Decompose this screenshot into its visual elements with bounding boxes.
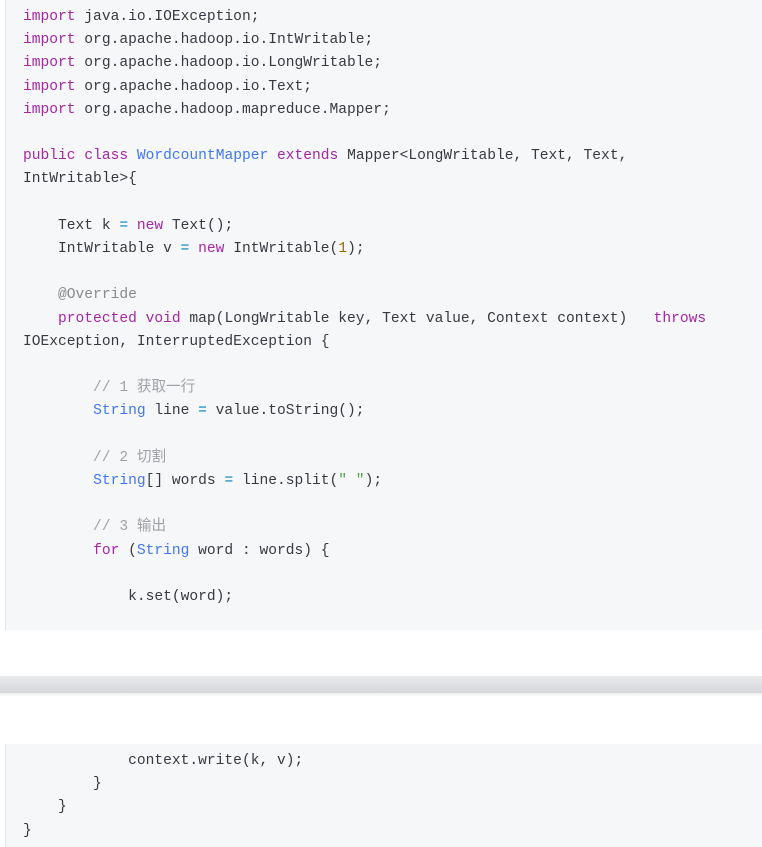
code-token: new [198, 241, 225, 258]
code-block-top: import java.io.IOException; import org.ap… [5, 0, 762, 630]
code-token: = [224, 473, 234, 490]
code-token: extends [277, 148, 339, 165]
code-listing-top: import java.io.IOException; import org.ap… [23, 6, 706, 609]
code-token: = [198, 403, 207, 420]
code-token: import [23, 32, 76, 49]
code-token: import [23, 9, 76, 25]
code-token: import [23, 101, 76, 118]
code-line: IntWritable>{ [23, 168, 706, 191]
code-token: map(LongWritable key, Text value, Contex… [180, 310, 654, 327]
code-token: } [23, 799, 67, 816]
code-token: Text k [23, 217, 120, 234]
code-line: context.write(k, v); [23, 750, 303, 773]
code-token: class [84, 148, 129, 165]
code-token: word : words) { [189, 542, 330, 559]
code-token: IntWritable v [23, 241, 181, 258]
code-listing-bottom: context.write(k, v); } }} [23, 750, 303, 843]
code-line: import org.apache.hadoop.io.Text; [23, 76, 706, 99]
code-token: context.write(k, v); [23, 753, 304, 769]
code-token: = [119, 217, 129, 234]
code-token: IntWritable( [224, 241, 339, 258]
code-line: import org.apache.hadoop.io.LongWritable… [23, 52, 706, 75]
code-token: // 2 切割 [23, 449, 167, 466]
page-divider [0, 676, 762, 693]
code-line: for (String word : words) { [23, 540, 706, 563]
code-line: String[] words = line.split(" "); [23, 470, 706, 493]
code-token: ( [119, 542, 137, 559]
code-line: } [23, 820, 303, 843]
code-line: k.set(word); [23, 586, 706, 609]
code-line: } [23, 773, 303, 796]
code-token: public [23, 148, 76, 165]
code-token: // 1 获取一行 [23, 380, 196, 397]
code-line: protected void map(LongWritable key, Tex… [23, 308, 706, 331]
code-line: Text k = new Text(); [23, 215, 706, 238]
code-token: value.toString(); [206, 403, 365, 420]
code-token: ); [347, 241, 365, 258]
code-token: } [23, 822, 32, 839]
code-token: " " [338, 473, 365, 490]
code-token: org.apache.hadoop.io.Text; [75, 78, 313, 95]
code-token: WordcountMapper [136, 148, 269, 165]
code-token: String [93, 473, 146, 490]
code-line: import org.apache.hadoop.io.IntWritable; [23, 29, 706, 52]
code-token: // 3 输出 [23, 519, 167, 536]
code-line: // 3 输出 [23, 516, 706, 539]
code-token: 1 [338, 241, 348, 258]
code-token: org.apache.hadoop.io.IntWritable; [75, 32, 374, 49]
code-token: IntWritable>{ [23, 171, 137, 188]
code-token: [] words [145, 473, 225, 490]
code-line: public class WordcountMapper extends Map… [23, 145, 706, 168]
code-token: new [136, 217, 164, 234]
code-token: k.set(word); [23, 589, 234, 606]
code-token: Text(); [163, 217, 234, 234]
code-line: } [23, 796, 303, 819]
code-token: Mapper<LongWritable, Text, Text, [338, 148, 628, 165]
code-token: for [93, 542, 120, 559]
code-token: line.split( [233, 473, 339, 490]
code-line: // 1 获取一行 [23, 377, 706, 400]
code-token: String [93, 403, 146, 420]
code-token: IOException, InterruptedException { [23, 333, 330, 350]
code-line: IntWritable v = new IntWritable(1); [23, 238, 706, 261]
code-token: org.apache.hadoop.io.LongWritable; [75, 55, 383, 72]
code-line: import org.apache.hadoop.mapreduce.Mappe… [23, 99, 706, 122]
code-token: java.io.IOException; [75, 9, 260, 25]
code-token: protected [58, 310, 137, 327]
code-token: @Override [23, 287, 137, 304]
code-token: import [23, 78, 76, 95]
code-token: void [145, 310, 181, 327]
code-token: } [23, 776, 102, 793]
code-block-bottom: context.write(k, v); } }} [5, 744, 762, 847]
code-token: throws [653, 310, 707, 327]
code-line: // 2 切割 [23, 447, 706, 470]
code-token: org.apache.hadoop.mapreduce.Mapper; [75, 101, 391, 118]
code-token: import [23, 55, 76, 72]
code-line: IOException, InterruptedException { [23, 331, 706, 354]
code-token: String [136, 542, 190, 559]
code-line: import java.io.IOException; [23, 6, 706, 29]
code-line: @Override [23, 284, 706, 307]
code-token: ); [364, 473, 383, 490]
page-divider-shadow [0, 693, 762, 697]
code-token: line [145, 403, 199, 420]
code-line: String line = value.toString(); [23, 400, 706, 423]
